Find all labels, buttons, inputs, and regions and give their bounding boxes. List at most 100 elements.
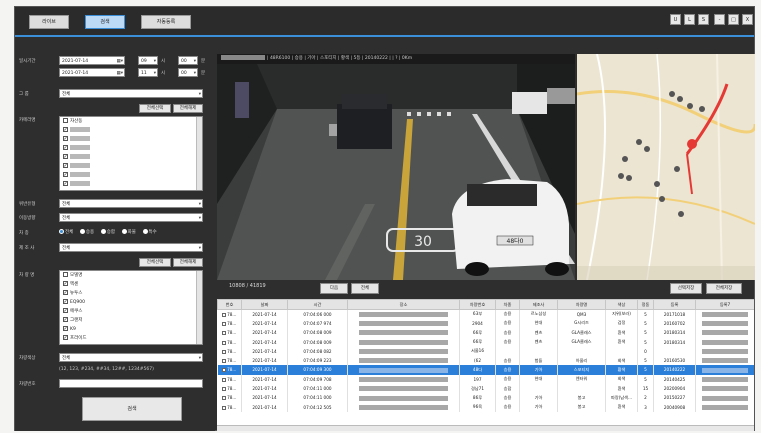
radio-special[interactable]: 특수 bbox=[142, 229, 157, 235]
checkbox[interactable] bbox=[63, 181, 68, 186]
column-header[interactable]: 시간 bbox=[287, 299, 348, 310]
model-listbox[interactable]: 모델명 엑센 뉴투스 EQ900 에쿠스 그랜저 K9 프라이드 bbox=[59, 270, 203, 345]
list-item[interactable] bbox=[60, 144, 202, 153]
radio-sedan[interactable]: 승용 bbox=[79, 229, 94, 235]
row-checkbox[interactable] bbox=[222, 359, 227, 364]
list-item[interactable] bbox=[60, 126, 202, 135]
list-item[interactable] bbox=[60, 162, 202, 171]
checkbox[interactable] bbox=[63, 154, 68, 159]
save-all-button[interactable]: 전체저장 bbox=[706, 283, 742, 294]
selected-location-pin[interactable] bbox=[687, 139, 697, 149]
list-item[interactable]: 자산동 bbox=[60, 117, 202, 126]
results-table[interactable]: 번호 날짜 시간 장소 차량번호 차종 제조사 차량명 색상 정동 등록 등록7 78... 2021-… bbox=[217, 299, 754, 431]
direction-select[interactable]: 전체 ▾ bbox=[59, 213, 203, 222]
map-panel[interactable] bbox=[577, 54, 755, 280]
row-checkbox[interactable] bbox=[222, 340, 227, 345]
checkbox[interactable] bbox=[63, 136, 68, 141]
date-from-field[interactable]: 2021-07-14 ▦▾ bbox=[59, 56, 125, 65]
min-to-select[interactable]: 00 ▾ bbox=[178, 68, 198, 77]
row-checkbox[interactable] bbox=[222, 321, 227, 326]
tab-live[interactable]: 라이브 bbox=[29, 15, 69, 29]
hour-to-select[interactable]: 11 ▾ bbox=[138, 68, 158, 77]
table-row[interactable]: 78... 2021-07-14 07:04:06 000 63부 승용 르노삼성 QM3 지… bbox=[217, 309, 754, 319]
column-header[interactable]: 색상 bbox=[605, 299, 638, 310]
maximize-button[interactable]: □ bbox=[728, 14, 739, 25]
column-header[interactable]: 장소 bbox=[347, 299, 460, 310]
column-header[interactable]: 날짜 bbox=[241, 299, 288, 310]
list-item[interactable]: 에쿠스 bbox=[60, 307, 202, 316]
row-checkbox[interactable] bbox=[222, 331, 227, 336]
list-item[interactable]: 프라이드 bbox=[60, 334, 202, 343]
row-checkbox[interactable] bbox=[222, 396, 227, 401]
scrollbar[interactable] bbox=[196, 271, 202, 344]
row-checkbox[interactable] bbox=[222, 349, 227, 354]
column-header[interactable]: 번호 bbox=[217, 299, 242, 310]
camera-listbox[interactable]: 자산동 bbox=[59, 116, 203, 191]
video-frame[interactable]: 30 48다0 bbox=[217, 64, 575, 280]
checkbox[interactable] bbox=[63, 281, 68, 286]
list-item[interactable] bbox=[60, 135, 202, 144]
all-button[interactable]: 전체 bbox=[351, 283, 379, 294]
l-button[interactable]: L bbox=[684, 14, 695, 25]
table-row[interactable]: 78... 2021-07-14 07:04:09 223 (62 승용 험들 아울리 회색 5… bbox=[217, 355, 754, 366]
table-row[interactable]: 78... 2021-07-14 07:04:07 974 2904 승용 현대 G시리즈 검… bbox=[217, 318, 754, 329]
calendar-icon[interactable]: ▦▾ bbox=[116, 57, 123, 66]
table-row[interactable]: 78... 2021-07-14 07:04:08 009 66루 승용 벤츠 GLA클래스… bbox=[217, 328, 754, 338]
model-deselect-all-button[interactable]: 전체해제 bbox=[173, 258, 203, 267]
column-header[interactable]: 차량명 bbox=[557, 299, 606, 310]
tab-auto-register[interactable]: 자동등록 bbox=[141, 15, 191, 29]
list-item[interactable]: EQ900 bbox=[60, 298, 202, 307]
group-select[interactable]: 전체 ▾ bbox=[59, 89, 203, 98]
checkbox[interactable] bbox=[63, 172, 68, 177]
column-header[interactable]: 등록 bbox=[653, 299, 696, 310]
calendar-icon[interactable]: ▦▾ bbox=[116, 69, 123, 78]
row-checkbox[interactable] bbox=[222, 405, 227, 410]
row-checkbox[interactable] bbox=[222, 312, 227, 317]
list-item[interactable]: 엑센 bbox=[60, 280, 202, 289]
save-selected-button[interactable]: 선택저장 bbox=[670, 283, 702, 294]
list-item[interactable] bbox=[60, 180, 202, 189]
list-item[interactable] bbox=[60, 153, 202, 162]
table-row[interactable]: 78... 2021-07-14 07:04:08 009 66루 승용 벤츠 GLA클래스… bbox=[217, 337, 754, 347]
radio-truck[interactable]: 화물 bbox=[121, 229, 136, 235]
u-button[interactable]: U bbox=[670, 14, 681, 25]
row-checkbox[interactable] bbox=[222, 377, 227, 382]
list-item[interactable]: K9 bbox=[60, 325, 202, 334]
checkbox[interactable] bbox=[63, 335, 68, 340]
checkbox[interactable] bbox=[63, 317, 68, 322]
search-button[interactable]: 검색 bbox=[82, 397, 182, 421]
next-button[interactable]: 다음 bbox=[320, 283, 348, 294]
column-header[interactable]: 차종 bbox=[495, 299, 520, 310]
checkbox[interactable] bbox=[63, 127, 68, 132]
model-select-all-button[interactable]: 전체선택 bbox=[139, 258, 171, 267]
list-item[interactable]: 그랜저 bbox=[60, 316, 202, 325]
list-item[interactable] bbox=[60, 171, 202, 180]
plate-input[interactable] bbox=[59, 379, 203, 388]
checkbox[interactable] bbox=[63, 145, 68, 150]
date-to-field[interactable]: 2021-07-14 ▦▾ bbox=[59, 68, 125, 77]
table-row[interactable]: 78... 2021-07-14 07:04:09 708 197 승용 현대 엔터워 회색 5… bbox=[217, 374, 754, 384]
s-button[interactable]: S bbox=[698, 14, 709, 25]
column-header[interactable]: 정동 bbox=[637, 299, 654, 310]
column-header[interactable]: 차량번호 bbox=[459, 299, 496, 310]
column-header[interactable]: 제조사 bbox=[519, 299, 558, 310]
list-item[interactable]: 뉴투스 bbox=[60, 289, 202, 298]
color-select[interactable]: 전체 ▾ bbox=[59, 353, 203, 362]
minimize-button[interactable]: - bbox=[714, 14, 725, 25]
table-row[interactable]: 78... 2021-07-14 07:04:09 300 48다 승용 기아 스포티지 황색… bbox=[217, 365, 754, 375]
list-item[interactable]: 모델명 bbox=[60, 271, 202, 280]
checkbox[interactable] bbox=[63, 299, 68, 304]
close-button[interactable]: X bbox=[742, 14, 753, 25]
checkbox[interactable] bbox=[63, 308, 68, 313]
column-header[interactable]: 등록7 bbox=[695, 299, 754, 310]
radio-van[interactable]: 승합 bbox=[100, 229, 115, 235]
radio-all[interactable]: 전체 bbox=[59, 229, 73, 235]
scrollbar[interactable] bbox=[196, 117, 202, 190]
table-row[interactable]: 78... 2021-07-14 07:04:12 505 96육 승용 기아 봉고 흰색 3 2… bbox=[217, 402, 754, 412]
row-checkbox[interactable] bbox=[222, 368, 227, 373]
table-row[interactable]: 78... 2021-07-14 07:04:11 000 86루 승용 기아 봉고 파랑(남… bbox=[217, 393, 754, 403]
min-from-select[interactable]: 00 ▾ bbox=[178, 56, 198, 65]
checkbox[interactable] bbox=[63, 326, 68, 331]
maker-select[interactable]: 전체 ▾ bbox=[59, 243, 203, 252]
row-checkbox[interactable] bbox=[222, 387, 227, 392]
